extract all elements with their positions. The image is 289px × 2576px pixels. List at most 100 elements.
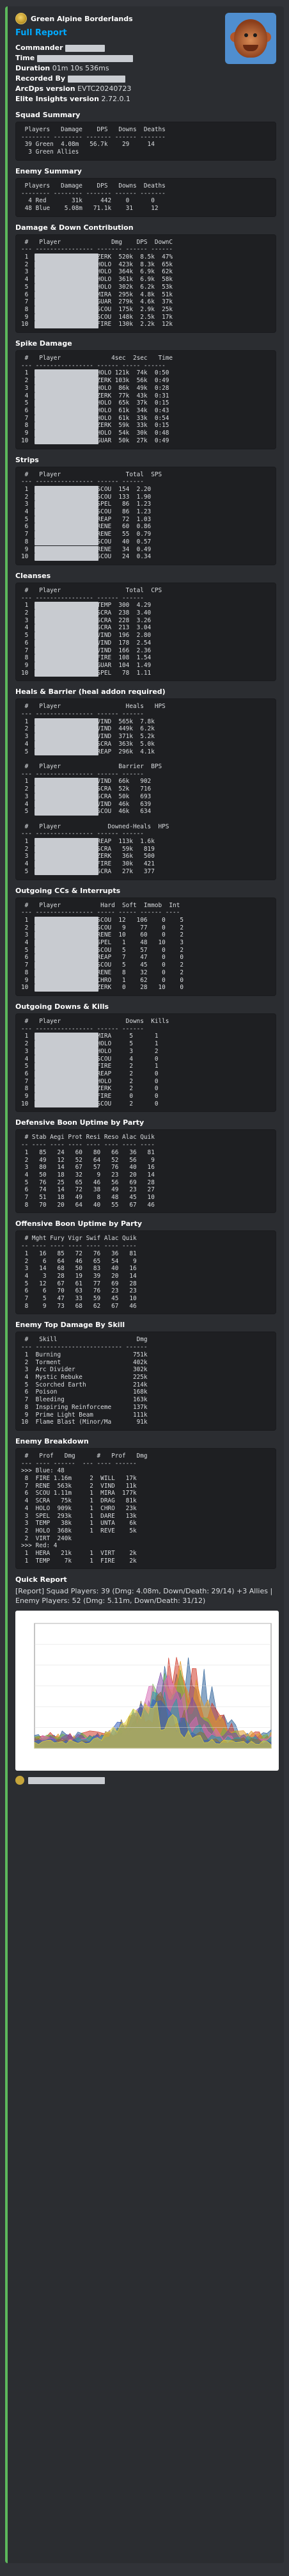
redacted-player-name — [35, 508, 98, 516]
redacted-player-name — [35, 313, 98, 321]
code-block-wrap: # Player Downs Kills --- ---------------… — [15, 1013, 276, 1113]
redacted-player-name — [35, 853, 98, 861]
redacted-player-name — [35, 399, 98, 407]
redacted-player-name — [35, 778, 98, 786]
redacted-player-name — [35, 939, 98, 947]
redacted-player-name — [35, 430, 98, 437]
meta-ei: Elite Insights version 2.72.0.1 — [15, 94, 276, 104]
field-damage-down-contribution: Damage & Down Contribution # Player Dmg … — [15, 223, 276, 334]
redacted-player-name — [35, 639, 98, 647]
redacted-player-name — [35, 647, 98, 655]
redacted-player-name — [35, 718, 98, 726]
redacted-player-name — [35, 624, 98, 632]
field-title: Heals & Barrier (heal addon required) — [15, 688, 166, 696]
redacted-player-name — [35, 954, 98, 962]
meta-label: Commander — [15, 44, 63, 52]
field-title: Squad Summary — [15, 111, 81, 119]
redacted-player-name — [35, 785, 98, 793]
redacted-player-name — [35, 1100, 98, 1108]
redacted-player-name — [35, 800, 98, 809]
redacted-player-name — [35, 733, 98, 741]
code-block-wrap: # Player Hard Soft Immob Int --- -------… — [15, 897, 276, 996]
field-squad-summary: Squad Summary Players Damage DPS Downs D… — [15, 111, 276, 161]
redacted-player-name — [35, 501, 98, 508]
quick-report-text: [Report] Squad Players: 39 (Dmg: 4.08m, … — [15, 1587, 273, 1606]
redacted-player-name — [35, 268, 98, 277]
field-title: Defensive Boon Uptime by Party — [15, 1118, 144, 1127]
code-block: # Prof Dmg # Prof Dmg --- ---- ------ --… — [15, 1447, 276, 1570]
redacted-player-name — [35, 553, 98, 561]
redacted-player-name — [35, 946, 98, 954]
redacted-player-name — [35, 254, 98, 261]
redacted-player-name — [35, 860, 98, 868]
redacted-player-name — [35, 291, 98, 299]
meta-label: Recorded By — [15, 74, 66, 83]
redacted-player-name — [35, 661, 98, 670]
meta-label: Elite Insights version — [15, 95, 99, 103]
field-title: Damage & Down Contribution — [15, 223, 134, 232]
redacted-player-name — [35, 976, 98, 985]
field-outgoing-ccs-interrupts: Outgoing CCs & Interrupts # Player Hard … — [15, 887, 276, 996]
redacted-player-name — [35, 1047, 98, 1056]
redacted-player-name — [35, 493, 98, 501]
redacted-player-name — [35, 931, 98, 940]
redacted-player-name — [35, 384, 98, 392]
redacted-player-name — [35, 437, 98, 445]
redacted-player-name — [35, 407, 98, 415]
code-block-wrap: # Player Total SPS --- ---------------- … — [15, 466, 276, 565]
code-block: # Stab Aegi Prot Resi Reso Alac Quik -- … — [15, 1129, 276, 1214]
report-embed: Green Alpine Borderlands Full Report Com… — [5, 6, 284, 2563]
redacted-player-name — [35, 609, 98, 617]
code-block: # Mght Fury Vigr Swif Alac Quik -- ---- … — [15, 1230, 276, 1315]
meta-label: ArcDps version — [15, 85, 75, 93]
field-title: Enemy Top Damage By Skill — [15, 1321, 125, 1330]
redacted-player-name — [35, 321, 98, 328]
field-title: Offensive Boon Uptime by Party — [15, 1220, 142, 1228]
author-name[interactable]: Green Alpine Borderlands — [31, 15, 133, 23]
redacted-player-name — [35, 531, 98, 538]
meta-recorded-by: Recorded By — [15, 74, 276, 84]
field-title: Outgoing CCs & Interrupts — [15, 886, 121, 895]
redacted-player-name — [35, 1092, 98, 1100]
field-title: Enemy Summary — [15, 166, 82, 175]
guild-emblem-icon — [15, 13, 27, 24]
redacted-player-name — [35, 1085, 98, 1093]
bot-avatar-icon — [15, 1776, 24, 1785]
code-block-wrap: # Mght Fury Vigr Swif Alac Quik -- ---- … — [15, 1230, 276, 1315]
redacted-player-name — [35, 276, 98, 284]
meta-duration: Duration 01m 10s 536ms — [15, 63, 276, 74]
code-block: Players Damage DPS Downs Deaths --------… — [15, 122, 276, 161]
redacted-player-name — [35, 740, 98, 748]
redacted-player-name — [35, 969, 98, 977]
field-outgoing-downs-kills: Outgoing Downs & Kills # Player Downs Ki… — [15, 1002, 276, 1113]
redacted-player-name — [35, 422, 98, 430]
code-block-wrap: # Player Heals HPS --- ---------------- … — [15, 698, 276, 880]
redacted-player-name — [35, 1033, 98, 1041]
field-strips: Strips # Player Total SPS --- ----------… — [15, 456, 276, 565]
redacted-player-name — [35, 545, 98, 554]
redacted-player-name — [35, 924, 98, 932]
redacted-player-name — [35, 523, 98, 531]
quick-report-field: Quick Report [Report] Squad Players: 39 … — [15, 1575, 276, 1606]
field-title: Quick Report — [15, 1575, 67, 1584]
embed-footer — [15, 1776, 276, 1785]
redacted-player-name — [35, 602, 98, 610]
meta-arcdps: ArcDps version EVTC20240723 — [15, 84, 276, 94]
meta-value: 2.72.0.1 — [101, 95, 130, 103]
field-enemy-summary: Enemy Summary Players Damage DPS Downs D… — [15, 167, 276, 217]
code-block-wrap: Players Damage DPS Downs Deaths --------… — [15, 177, 276, 217]
redacted-player-name — [35, 962, 98, 969]
redacted-player-name — [35, 1063, 98, 1070]
field-offensive-boon-uptime-by-party: Offensive Boon Uptime by Party # Mght Fu… — [15, 1220, 276, 1315]
thumbnail-image[interactable] — [225, 13, 276, 64]
redacted-player-name — [35, 808, 98, 816]
redacted-player-name — [35, 616, 98, 625]
report-chart-image[interactable] — [15, 1611, 279, 1771]
code-block-wrap: Players Damage DPS Downs Deaths --------… — [15, 122, 276, 161]
code-block: # Skill Dmg --- ------------------------… — [15, 1332, 276, 1431]
code-block-wrap: # Player 4sec 2sec Time --- ------------… — [15, 350, 276, 449]
code-block-wrap: # Prof Dmg # Prof Dmg --- ---- ------ --… — [15, 1447, 276, 1570]
redacted-player-name — [35, 538, 98, 546]
redacted-player-name — [35, 1055, 98, 1063]
redacted-player-name — [35, 369, 98, 378]
